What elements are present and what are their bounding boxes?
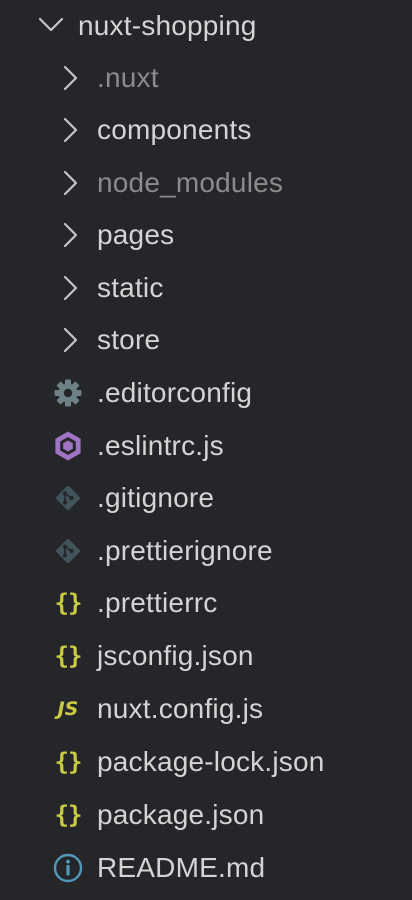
tree-file-label: .eslintrc.js xyxy=(97,430,224,461)
tree-folder-components[interactable]: components xyxy=(0,104,412,156)
javascript-icon: JS xyxy=(57,698,79,720)
json-braces-icon: {} xyxy=(54,642,83,670)
tree-folder-static[interactable]: static xyxy=(0,262,412,314)
eslint-icon xyxy=(50,428,86,464)
tree-file-label: .prettierignore xyxy=(97,535,273,566)
tree-file-label: README.md xyxy=(97,852,266,883)
tree-file-nuxt-config-js[interactable]: JS nuxt.config.js xyxy=(0,683,412,735)
tree-root-nuxt-shopping[interactable]: nuxt-shopping xyxy=(0,0,412,52)
tree-file-prettierrc[interactable]: {} .prettierrc xyxy=(0,577,412,629)
tree-folder-pages[interactable]: pages xyxy=(0,209,412,261)
gear-icon xyxy=(50,375,86,411)
tree-file-gitignore[interactable]: .gitignore xyxy=(0,472,412,524)
chevron-right-icon xyxy=(63,327,78,353)
tree-file-label: package-lock.json xyxy=(97,746,325,777)
tree-folder-nuxt[interactable]: .nuxt xyxy=(0,52,412,104)
tree-folder-label: node_modules xyxy=(97,167,284,198)
tree-file-editorconfig[interactable]: .editorconfig xyxy=(0,367,412,419)
tree-file-package-lock-json[interactable]: {} package-lock.json xyxy=(0,736,412,788)
json-braces-icon: {} xyxy=(54,801,83,829)
chevron-right-icon xyxy=(63,117,78,143)
tree-file-label: jsconfig.json xyxy=(97,640,254,671)
tree-file-label: .prettierrc xyxy=(97,587,218,618)
tree-file-label: nuxt.config.js xyxy=(97,693,264,724)
chevron-right-icon xyxy=(63,275,78,301)
chevron-right-icon xyxy=(63,170,78,196)
git-icon xyxy=(50,533,86,569)
tree-folder-label: .nuxt xyxy=(97,62,159,93)
tree-file-readme-md[interactable]: README.md xyxy=(0,842,412,894)
tree-file-package-json[interactable]: {} package.json xyxy=(0,789,412,841)
file-explorer-tree: nuxt-shopping .nuxt components node_modu… xyxy=(0,0,412,900)
chevron-right-icon xyxy=(63,222,78,248)
tree-folder-label: components xyxy=(97,114,252,145)
chevron-right-icon xyxy=(63,65,78,91)
tree-folder-label: store xyxy=(97,324,161,355)
git-icon xyxy=(50,480,86,516)
tree-root-label: nuxt-shopping xyxy=(78,10,257,41)
tree-file-label: package.json xyxy=(97,799,265,830)
info-icon xyxy=(50,850,86,886)
tree-file-jsconfig-json[interactable]: {} jsconfig.json xyxy=(0,630,412,682)
tree-file-label: .editorconfig xyxy=(97,377,253,408)
tree-folder-store[interactable]: store xyxy=(0,314,412,366)
tree-file-label: .gitignore xyxy=(97,482,215,513)
json-braces-icon: {} xyxy=(54,589,83,617)
tree-file-eslintrc[interactable]: .eslintrc.js xyxy=(0,420,412,472)
json-braces-icon: {} xyxy=(54,748,83,776)
tree-file-prettierignore[interactable]: .prettierignore xyxy=(0,525,412,577)
tree-folder-label: static xyxy=(97,272,164,303)
tree-folder-label: pages xyxy=(97,219,175,250)
chevron-down-icon xyxy=(38,17,64,32)
tree-folder-node-modules[interactable]: node_modules xyxy=(0,157,412,209)
